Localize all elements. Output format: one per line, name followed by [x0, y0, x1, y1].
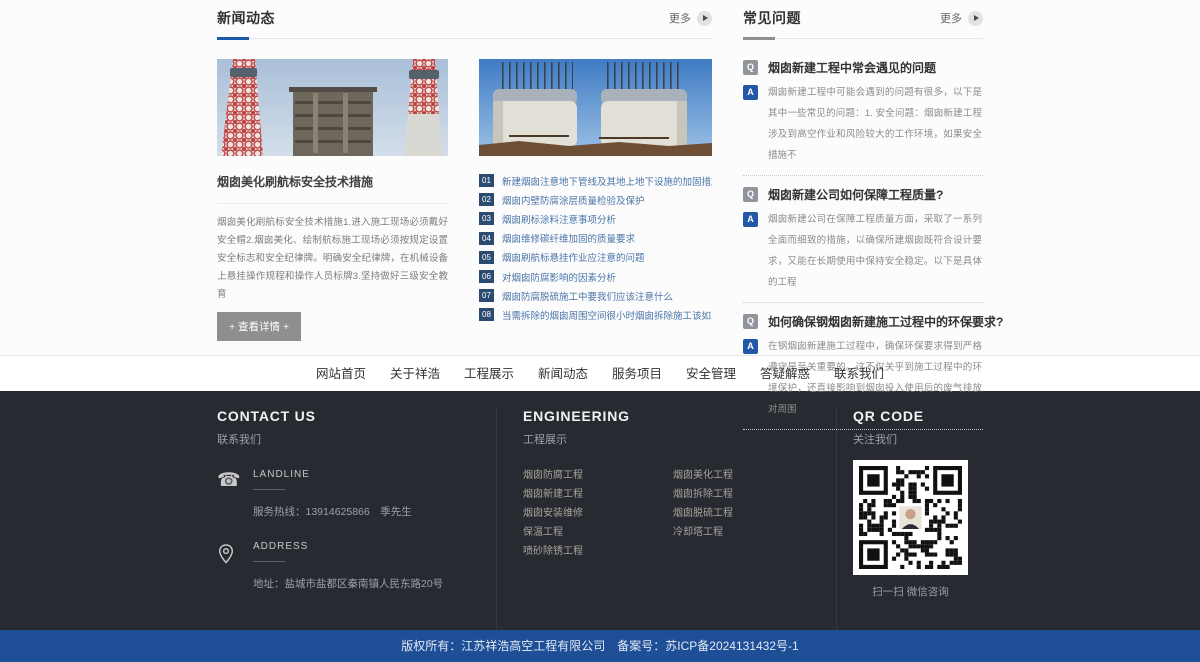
answer-badge: A: [743, 339, 758, 354]
faq-question[interactable]: 烟囱新建工程中常会遇见的问题: [768, 59, 936, 76]
faq-answer: 烟囱新建公司在保障工程质量方面，采取了一系列全面而细致的措施，以确保所建烟囱既符…: [768, 209, 982, 293]
news-item-title: 烟囱内壁防腐涂层质量检验及保护: [502, 193, 645, 207]
copyright-bar: 版权所有：江苏祥浩高空工程有限公司 备案号：苏ICP备2024131432号-1: [0, 630, 1200, 662]
news-item-title: 对烟囱防腐影响的因素分析: [502, 270, 616, 284]
qr-title-cn: 关注我们: [853, 431, 983, 447]
news-item-title: 当需拆除的烟囱周围空间很小时烟囱拆除施工该如...: [502, 308, 712, 322]
qr-code-grid: [859, 466, 962, 569]
qr-caption: 扫一扫 微信咨询: [853, 584, 968, 599]
featured-article-excerpt: 烟囱美化刷航标安全技术措施1.进入施工现场必须戴好安全帽2.烟囱美化、绘制航标施…: [217, 214, 448, 304]
phone-icon: [217, 469, 243, 519]
footer-qr-column: QR CODE 关注我们 扫一扫 微信咨询: [837, 408, 983, 630]
footer-link[interactable]: 保温工程: [523, 523, 673, 542]
news-item-title: 烟囱刷标涂料注意事项分析: [502, 212, 616, 226]
address-label: ADDRESS: [253, 541, 443, 552]
footer-link[interactable]: 烟囱脱硫工程: [673, 504, 823, 523]
news-list-item[interactable]: 07 烟囱防腐脱硫施工中要我们应该注意什么: [479, 286, 712, 305]
news-item-number: 04: [479, 232, 494, 245]
nav-item-projects[interactable]: 工程展示: [452, 356, 526, 392]
news-more-link[interactable]: 更多: [669, 10, 712, 26]
news-item-number: 03: [479, 212, 494, 225]
nav-item-home[interactable]: 网站首页: [304, 356, 378, 392]
footer-link[interactable]: 喷砂除锈工程: [523, 542, 673, 561]
faq-question[interactable]: 烟囱新建公司如何保障工程质量?: [768, 186, 943, 203]
nav-item-services[interactable]: 服务项目: [600, 356, 674, 392]
landline-label: LANDLINE: [253, 469, 412, 480]
news-item-title: 烟囱刷航标悬挂作业应注意的问题: [502, 250, 645, 264]
faq-section-divider: [743, 38, 983, 39]
footer-contact-column: CONTACT US 联系我们 LANDLINE 服务热线：1391462586…: [217, 408, 497, 630]
news-list-image[interactable]: [479, 59, 712, 156]
nav-item-faq[interactable]: 答疑解惑: [748, 356, 822, 392]
news-list: 01 新建烟囱注意地下管线及其地上地下设施的加固措施 02 烟囱内壁防腐涂层质量…: [479, 171, 712, 325]
arrow-right-circle-icon: [968, 11, 983, 26]
news-item-title: 新建烟囱注意地下管线及其地上地下设施的加固措施: [502, 174, 712, 188]
nav-item-news[interactable]: 新闻动态: [526, 356, 600, 392]
main-navigation: 网站首页 关于祥浩 工程展示 新闻动态 服务项目 安全管理 答疑解惑 联系我们: [0, 355, 1200, 391]
news-list-item[interactable]: 06 对烟囱防腐影响的因素分析: [479, 267, 712, 286]
news-list-item[interactable]: 02 烟囱内壁防腐涂层质量检验及保护: [479, 190, 712, 209]
news-section-divider: [217, 38, 712, 39]
news-list-item[interactable]: 08 当需拆除的烟囱周围空间很小时烟囱拆除施工该如...: [479, 305, 712, 324]
nav-item-safety[interactable]: 安全管理: [674, 356, 748, 392]
news-item-number: 07: [479, 289, 494, 302]
featured-article-image[interactable]: [217, 59, 448, 156]
news-list-item[interactable]: 03 烟囱刷标涂料注意事项分析: [479, 209, 712, 228]
label-underline: [253, 489, 285, 490]
main-content-area: 新闻动态 更多: [0, 0, 1200, 355]
copyright-text: 版权所有：江苏祥浩高空工程有限公司 备案号：苏ICP备2024131432号-1: [401, 639, 798, 653]
featured-article: 烟囱美化刷航标安全技术措施 烟囱美化刷航标安全技术措施1.进入施工现场必须戴好安…: [217, 59, 448, 341]
footer-link[interactable]: 烟囱安装维修: [523, 504, 673, 523]
footer-link[interactable]: 烟囱美化工程: [673, 466, 823, 485]
question-badge: Q: [743, 60, 758, 75]
faq-answer: 烟囱新建工程中可能会遇到的问题有很多，以下是其中一些常见的问题：1. 安全问题：…: [768, 82, 982, 166]
footer-link[interactable]: 烟囱新建工程: [523, 485, 673, 504]
engineering-title-cn: 工程展示: [523, 431, 836, 447]
news-item-number: 05: [479, 251, 494, 264]
question-badge: Q: [743, 314, 758, 329]
engineering-title-en: ENGINEERING: [523, 408, 836, 424]
label-underline: [253, 561, 285, 562]
footer-engineering-column: ENGINEERING 工程展示 烟囱防腐工程 烟囱新建工程 烟囱安装维修 保温…: [497, 408, 837, 630]
news-item-number: 06: [479, 270, 494, 283]
news-list-item[interactable]: 05 烟囱刷航标悬挂作业应注意的问题: [479, 248, 712, 267]
news-section-title: 新闻动态: [217, 8, 275, 28]
news-item-number: 08: [479, 308, 494, 321]
footer-link[interactable]: 烟囱防腐工程: [523, 466, 673, 485]
footer-link[interactable]: 冷却塔工程: [673, 523, 823, 542]
footer-link[interactable]: 烟囱拆除工程: [673, 485, 823, 504]
address-text: 地址：盐城市盐都区秦南镇人民东路20号: [253, 576, 443, 591]
page-footer: CONTACT US 联系我们 LANDLINE 服务热线：1391462586…: [0, 391, 1200, 630]
view-details-button[interactable]: + 查看详情 +: [217, 312, 301, 341]
nav-item-contact[interactable]: 联系我们: [822, 356, 896, 392]
news-list-column: 01 新建烟囱注意地下管线及其地上地下设施的加固措施 02 烟囱内壁防腐涂层质量…: [479, 59, 712, 341]
news-list-item[interactable]: 01 新建烟囱注意地下管线及其地上地下设施的加固措施: [479, 171, 712, 190]
faq-item: Q 烟囱新建公司如何保障工程质量? A 烟囱新建公司在保障工程质量方面，采取了一…: [743, 186, 983, 303]
answer-badge: A: [743, 212, 758, 227]
featured-article-title[interactable]: 烟囱美化刷航标安全技术措施: [217, 173, 448, 204]
faq-question[interactable]: 如何确保钢烟囱新建施工过程中的环保要求?: [768, 313, 1003, 330]
faq-more-link[interactable]: 更多: [940, 10, 983, 26]
answer-badge: A: [743, 85, 758, 100]
news-list-item[interactable]: 04 烟囱维修碳纤维加固的质量要求: [479, 229, 712, 248]
news-item-title: 烟囱维修碳纤维加固的质量要求: [502, 231, 635, 245]
news-item-number: 02: [479, 193, 494, 206]
faq-item: Q 烟囱新建工程中常会遇见的问题 A 烟囱新建工程中可能会遇到的问题有很多，以下…: [743, 59, 983, 176]
qr-title-en: QR CODE: [853, 408, 983, 424]
question-badge: Q: [743, 187, 758, 202]
phone-number-text: 服务热线：13914625866 季先生: [253, 504, 412, 519]
contact-title-en: CONTACT US: [217, 408, 496, 424]
news-more-label: 更多: [669, 10, 691, 26]
wechat-qr-code: [853, 460, 968, 575]
news-item-title: 烟囱防腐脱硫施工中要我们应该注意什么: [502, 289, 673, 303]
faq-section-title: 常见问题: [743, 8, 801, 28]
faq-more-label: 更多: [940, 10, 962, 26]
nav-item-about[interactable]: 关于祥浩: [378, 356, 452, 392]
news-item-number: 01: [479, 174, 494, 187]
location-pin-icon: [217, 541, 243, 591]
contact-title-cn: 联系我们: [217, 431, 496, 447]
arrow-right-circle-icon: [697, 11, 712, 26]
